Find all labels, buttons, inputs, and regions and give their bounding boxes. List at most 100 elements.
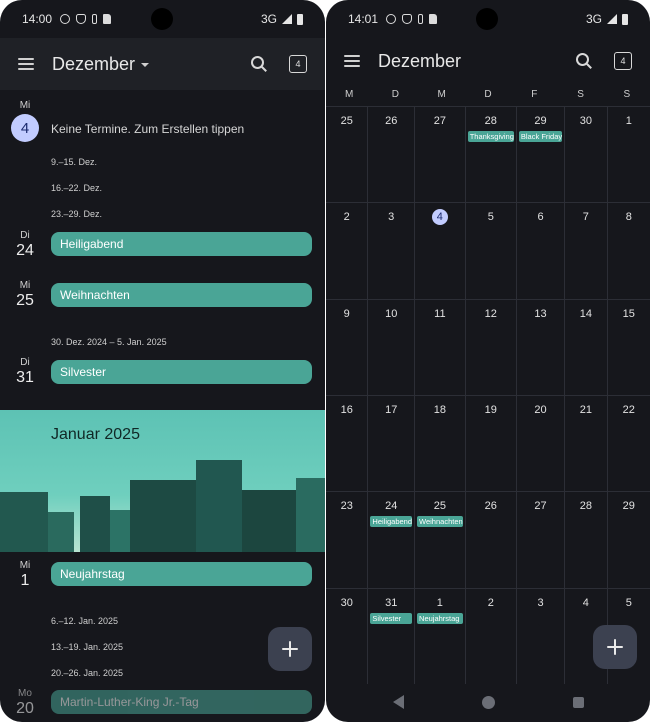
day-number: 18 [433,404,446,416]
building-illustration [196,460,242,552]
day-cell[interactable]: 8 [607,202,650,298]
today-button[interactable]: 4 [289,55,307,73]
event-chip[interactable]: Silvester [51,360,312,384]
event-chip[interactable]: Martin-Luther-King Jr.-Tag [51,690,312,714]
day-cell[interactable]: 30 [326,587,369,684]
day-cell[interactable]: 4 [415,202,466,299]
search-icon[interactable] [576,53,592,69]
day-cell[interactable]: 28 [565,491,608,588]
camera-cutout [151,8,173,30]
day-number: 14 [579,307,592,320]
day-cell[interactable]: 26 [465,491,517,588]
event-chip[interactable]: Heiligabend [370,516,413,528]
day-cell[interactable]: 2 [326,202,369,299]
status-bar: 14:01 3G [326,0,650,38]
status-bar: 14:00 3G [0,0,325,38]
create-event-fab[interactable] [593,625,637,669]
day-number: 29 [534,115,547,127]
day-cell[interactable]: 27 [415,106,466,203]
nav-back-icon[interactable] [392,695,404,709]
day-cell[interactable]: 29 Black Friday [516,106,566,203]
day-header[interactable]: Di 24 [10,230,40,260]
day-cell[interactable]: 31 Silvester [368,587,416,684]
day-cell[interactable]: 11 [415,298,466,395]
day-header[interactable]: Mi 4 [10,100,40,142]
day-cell[interactable]: 28 Thanksgiving [465,106,517,203]
day-number: 17 [385,404,398,416]
day-cell[interactable]: 1 [607,106,650,202]
day-cell[interactable]: 29 [607,491,650,587]
day-cell[interactable]: 2 [465,587,517,684]
day-cell[interactable]: 10 [368,298,416,395]
day-header[interactable]: Mi 1 [10,560,40,590]
event-chip[interactable]: Silvester [370,612,413,624]
day-cell[interactable]: 24 Heiligabend [368,491,416,588]
day-cell[interactable]: 17 [368,395,416,492]
day-cell[interactable]: 23 [326,491,369,588]
day-cell[interactable]: 25 Weihnachten [415,491,466,588]
create-event-fab[interactable] [268,627,312,671]
weekday-label: S [577,89,584,100]
day-cell[interactable]: 6 [516,202,566,299]
month-selector[interactable]: Dezember [52,54,150,75]
day-cell[interactable]: 30 [565,106,608,203]
day-number: 1 [625,115,632,127]
day-of-week: Di [20,230,30,241]
building-illustration [48,512,74,552]
event-chip[interactable]: Heiligabend [51,232,312,256]
banner-month-title: Januar 2025 [51,426,140,443]
day-cell[interactable]: 22 [607,395,650,491]
day-cell[interactable]: 14 [565,298,608,395]
day-number: 12 [484,307,497,320]
day-cell[interactable]: 19 [465,395,517,492]
month-title[interactable]: Dezember [378,51,461,72]
event-chip[interactable]: Neujahrstag [51,562,312,586]
day-number: 31 [385,596,398,609]
day-cell[interactable]: 5 [465,202,517,299]
day-cell[interactable]: 9 [326,298,369,395]
today-date: 4 [11,114,39,142]
day-cell[interactable]: 3 [368,202,416,299]
event-chip[interactable]: Black Friday [518,131,563,142]
search-icon[interactable] [251,56,267,72]
day-header[interactable]: Mi 25 [10,280,40,310]
event-chip[interactable]: Weihnachten [417,516,463,528]
nav-recents-icon[interactable] [572,696,584,708]
building-illustration [110,510,130,552]
status-time: 14:00 [22,12,53,26]
day-cell[interactable]: 25 [326,106,369,203]
day-header[interactable]: Di 31 [10,357,40,387]
weekday-label: M [344,89,354,100]
phone-month-view: 14:01 3G Dezember 4 MDMDFSS 25 26 27 28 Than… [326,0,650,722]
event-chip[interactable]: Neujahrstag [417,612,463,624]
shield-icon [402,14,413,24]
menu-icon[interactable] [18,58,34,70]
day-cell[interactable]: 15 [607,298,650,395]
day-cell[interactable]: 16 [326,395,369,492]
day-number: 8 [625,211,632,224]
no-events-prompt[interactable]: Keine Termine. Zum Erstellen tippen [51,122,244,136]
usb-icon [92,14,98,24]
building-illustration [130,480,196,552]
day-cell[interactable]: 18 [415,395,466,492]
nav-home-icon[interactable] [481,695,495,709]
day-number: 5 [487,211,494,224]
menu-icon[interactable] [344,55,360,67]
day-cell[interactable]: 27 [516,491,566,588]
day-cell[interactable]: 1 Neujahrstag [415,587,466,684]
day-cell[interactable]: 21 [565,395,608,492]
day-cell[interactable]: 13 [516,298,566,395]
day-cell[interactable]: 12 [465,298,517,395]
app-bar: Dezember 4 [0,38,325,90]
event-chip[interactable]: Weihnachten [51,283,312,307]
day-cell[interactable]: 20 [516,395,566,492]
day-cell[interactable]: 3 [516,587,566,684]
day-header[interactable]: Mo 20 [10,688,40,718]
today-button[interactable]: 4 [614,52,632,70]
day-cell[interactable]: 26 [368,106,416,203]
usb-icon [418,14,424,24]
event-chip[interactable]: Thanksgiving [467,131,514,142]
day-of-week: Mi [19,560,31,571]
day-cell[interactable]: 7 [565,202,608,299]
building-illustration [296,478,325,552]
